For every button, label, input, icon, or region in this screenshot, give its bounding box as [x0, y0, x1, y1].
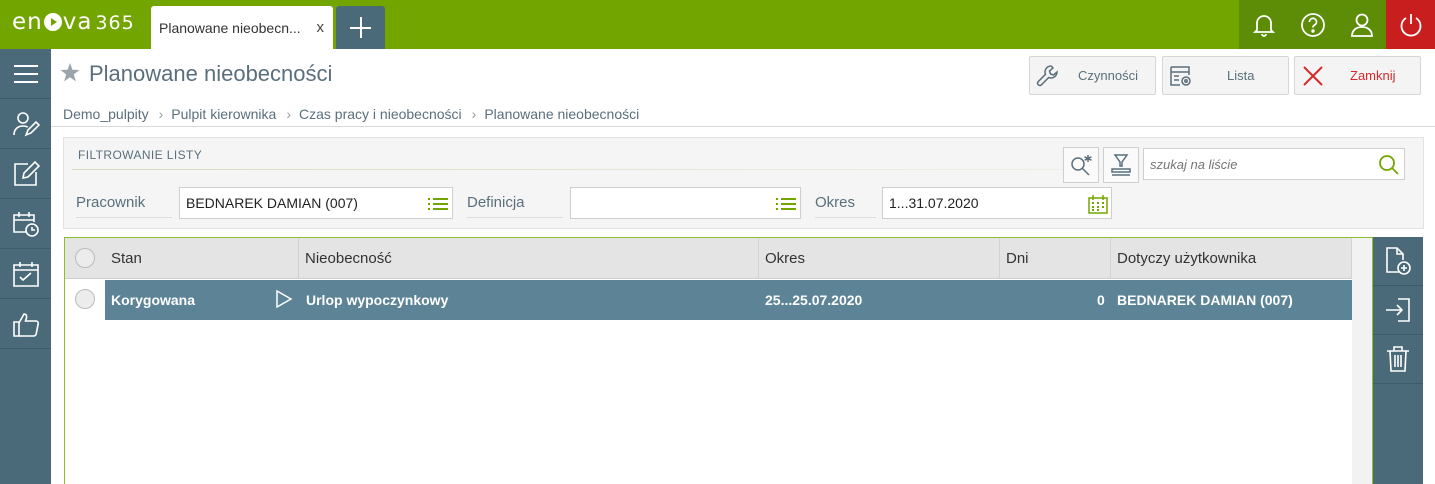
- select-all-radio[interactable]: [75, 248, 95, 268]
- period-field[interactable]: 1...31.07.2020: [882, 187, 1112, 219]
- bell-icon: [1252, 14, 1275, 37]
- wrench-icon: [1035, 63, 1061, 92]
- top-icons: [1239, 0, 1435, 49]
- calendar-check-icon: [12, 261, 39, 287]
- thumbs-up-icon: [12, 312, 39, 337]
- calendar-clock-icon: [12, 211, 39, 237]
- employee-label: Pracownik: [76, 194, 172, 218]
- list-picker-icon[interactable]: [426, 194, 450, 219]
- tab-planned-absences[interactable]: Planowane nieobecn... x: [151, 6, 333, 49]
- breadcrumb-item[interactable]: Demo_pulpity: [63, 106, 149, 122]
- list-picker-icon[interactable]: [774, 194, 798, 219]
- table-row[interactable]: Korygowana Urlop wypoczynkowy 25...25.07…: [105, 280, 1352, 320]
- column-header-period[interactable]: Okres: [759, 238, 1000, 279]
- sidebar-menu-button[interactable]: [0, 49, 51, 99]
- column-header-days[interactable]: Dni: [1000, 238, 1111, 279]
- header-divider: [51, 126, 1435, 127]
- left-sidebar: [0, 49, 51, 484]
- sign-in-icon: [1386, 298, 1410, 322]
- sidebar-item-employee[interactable]: [0, 99, 51, 149]
- period-value: 1...31.07.2020: [889, 195, 979, 211]
- open-record-button[interactable]: [1373, 286, 1423, 335]
- filter-title: FILTROWANIE LISTY: [78, 148, 203, 162]
- cell-period: 25...25.07.2020: [765, 292, 863, 308]
- sidebar-item-approvals[interactable]: [0, 299, 51, 349]
- logo-number: 365: [95, 12, 135, 34]
- power-icon: [1400, 13, 1421, 36]
- help-icon: [1300, 12, 1325, 37]
- new-document-icon: [1386, 247, 1411, 275]
- chevron-right-icon: ›: [158, 106, 164, 122]
- sidebar-item-attendance[interactable]: [0, 249, 51, 299]
- breadcrumb-item[interactable]: Czas pracy i nieobecności: [299, 106, 462, 122]
- period-label: Okres: [815, 194, 876, 218]
- page-title: Planowane nieobecności: [89, 61, 333, 86]
- filter-stamp-icon: [1111, 154, 1131, 176]
- definition-label: Definicja: [467, 194, 563, 218]
- list-settings-icon: [1168, 63, 1194, 92]
- logo-text-start: en: [12, 9, 43, 35]
- top-bar: en va 365 Planowane nieobecn... x: [0, 0, 1435, 49]
- search-icon[interactable]: [1378, 154, 1400, 181]
- absences-grid: Stan Nieobecność Okres Dni Dotyczy użytk…: [64, 237, 1373, 484]
- tab-close-button[interactable]: x: [317, 19, 325, 36]
- advanced-search-button[interactable]: [1063, 147, 1099, 183]
- user-profile-button[interactable]: [1337, 0, 1386, 49]
- logo-play-icon: [43, 13, 62, 31]
- employee-field[interactable]: BEDNAREK DAMIAN (007): [179, 187, 453, 219]
- close-button-label: Zamknij: [1350, 68, 1396, 83]
- vertical-scrollbar[interactable]: [1352, 238, 1372, 484]
- list-button-label: Lista: [1227, 68, 1255, 83]
- column-header-state[interactable]: Stan: [105, 238, 299, 279]
- cell-days: 0: [1097, 292, 1105, 308]
- calendar-icon[interactable]: [1087, 194, 1109, 219]
- actions-button-label: Czynności: [1078, 68, 1138, 83]
- user-icon: [1350, 13, 1373, 37]
- play-icon[interactable]: [275, 289, 293, 312]
- delete-record-button[interactable]: [1373, 335, 1423, 384]
- row-select-radio[interactable]: [75, 289, 95, 309]
- tab-label: Planowane nieobecn...: [159, 20, 301, 36]
- sidebar-item-time-entries[interactable]: [0, 199, 51, 249]
- actions-button[interactable]: Czynności: [1029, 56, 1156, 95]
- breadcrumb-item: Planowane nieobecności: [484, 106, 640, 122]
- close-button[interactable]: Zamknij: [1294, 56, 1421, 95]
- search-box: [1143, 148, 1405, 180]
- breadcrumb: Demo_pulpity › Pulpit kierownika › Czas prac…: [63, 106, 639, 122]
- cell-user: BEDNAREK DAMIAN (007): [1117, 292, 1293, 308]
- enova-logo[interactable]: en va 365: [12, 9, 135, 35]
- new-record-button[interactable]: [1373, 237, 1423, 286]
- filter-divider: [72, 169, 1102, 170]
- logout-button[interactable]: [1386, 0, 1435, 49]
- close-icon: [1300, 63, 1326, 92]
- add-tab-button[interactable]: [336, 6, 385, 49]
- chevron-right-icon: ›: [471, 106, 477, 122]
- list-button[interactable]: Lista: [1162, 56, 1289, 95]
- help-button[interactable]: [1288, 0, 1337, 49]
- column-header-user[interactable]: Dotyczy użytkownika: [1111, 238, 1352, 279]
- definition-field[interactable]: [570, 187, 801, 219]
- cell-state: Korygowana: [111, 292, 196, 308]
- notifications-button[interactable]: [1239, 0, 1288, 49]
- user-edit-icon: [12, 111, 40, 136]
- search-input[interactable]: [1144, 149, 1369, 179]
- employee-value: BEDNAREK DAMIAN (007): [186, 195, 358, 211]
- grid-header: Stan Nieobecność Okres Dni Dotyczy użytk…: [65, 238, 1372, 279]
- sidebar-item-edit[interactable]: [0, 149, 51, 199]
- favorite-star-icon[interactable]: [60, 63, 80, 87]
- menu-icon: [13, 64, 38, 83]
- chevron-right-icon: ›: [286, 106, 292, 122]
- trash-icon: [1387, 346, 1409, 372]
- logo-text-end: va: [62, 9, 93, 35]
- filter-settings-button[interactable]: [1103, 147, 1139, 183]
- cell-absence: Urlop wypoczynkowy: [306, 292, 449, 308]
- right-action-bar: [1373, 237, 1423, 484]
- column-header-absence[interactable]: Nieobecność: [299, 238, 759, 279]
- breadcrumb-item[interactable]: Pulpit kierownika: [171, 106, 276, 122]
- edit-icon: [13, 160, 40, 186]
- filter-panel: FILTROWANIE LISTY Pracownik BEDNAREK DAM…: [63, 137, 1424, 229]
- search-star-icon: [1071, 155, 1092, 176]
